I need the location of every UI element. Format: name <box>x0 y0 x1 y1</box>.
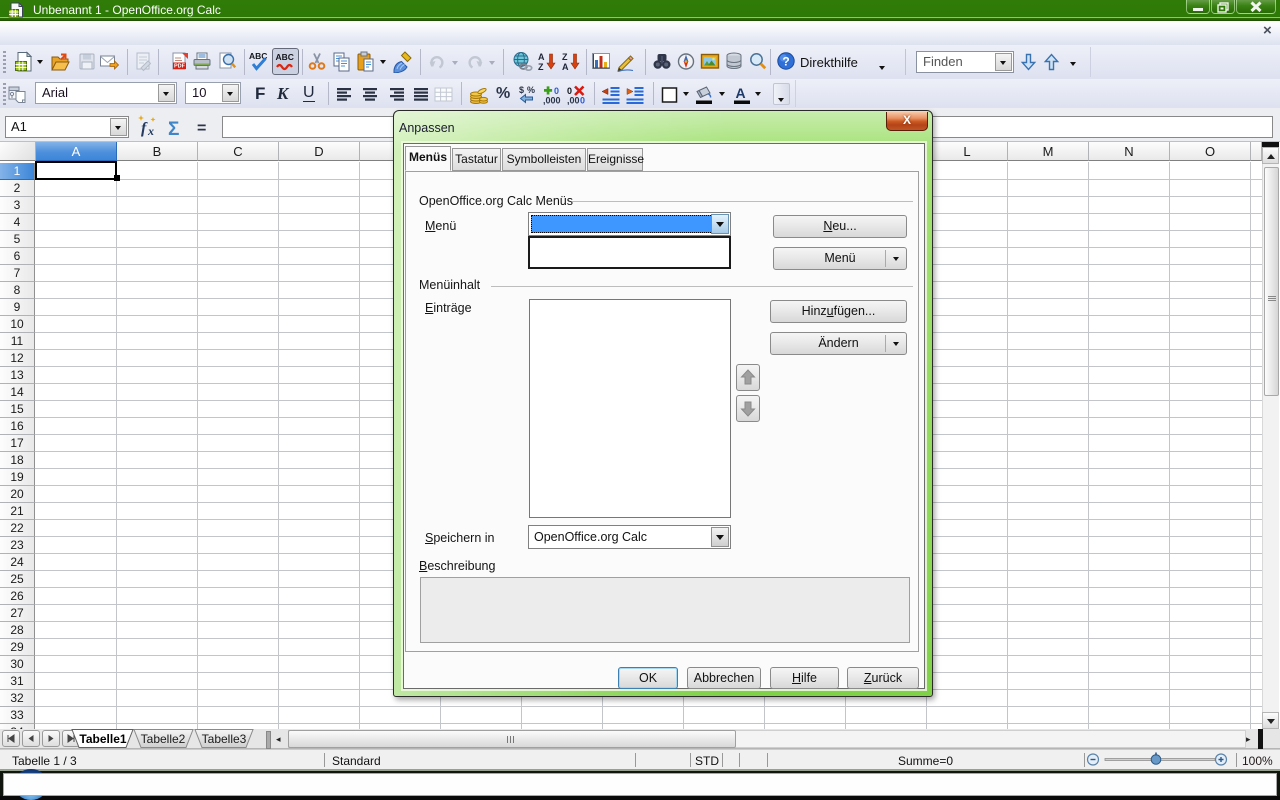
svg-text:A: A <box>562 62 569 72</box>
svg-text:A: A <box>538 52 545 62</box>
svg-text:Z: Z <box>538 62 544 72</box>
svg-text:=: = <box>197 120 206 137</box>
svg-text:,00: ,00 <box>567 96 580 106</box>
svg-text:A: A <box>736 85 746 101</box>
svg-text:0: 0 <box>554 86 559 96</box>
svg-text:f: f <box>141 120 148 137</box>
svg-text:Tabelle2: Tabelle2 <box>141 732 186 746</box>
svg-text:Tabelle1: Tabelle1 <box>79 732 126 746</box>
svg-text:0: 0 <box>567 86 572 96</box>
svg-text:$: $ <box>519 85 524 95</box>
svg-text:Σ: Σ <box>168 119 179 140</box>
svg-text:0: 0 <box>580 96 585 106</box>
svg-text:Z: Z <box>562 52 568 62</box>
svg-text:Tabelle3: Tabelle3 <box>202 732 247 746</box>
svg-text:PDF: PDF <box>174 64 186 70</box>
svg-text:,000: ,000 <box>543 96 561 106</box>
svg-text:?: ? <box>782 55 789 69</box>
svg-text:%: % <box>527 85 535 95</box>
svg-text:ABC: ABC <box>276 52 294 62</box>
svg-text:x: x <box>147 124 154 138</box>
